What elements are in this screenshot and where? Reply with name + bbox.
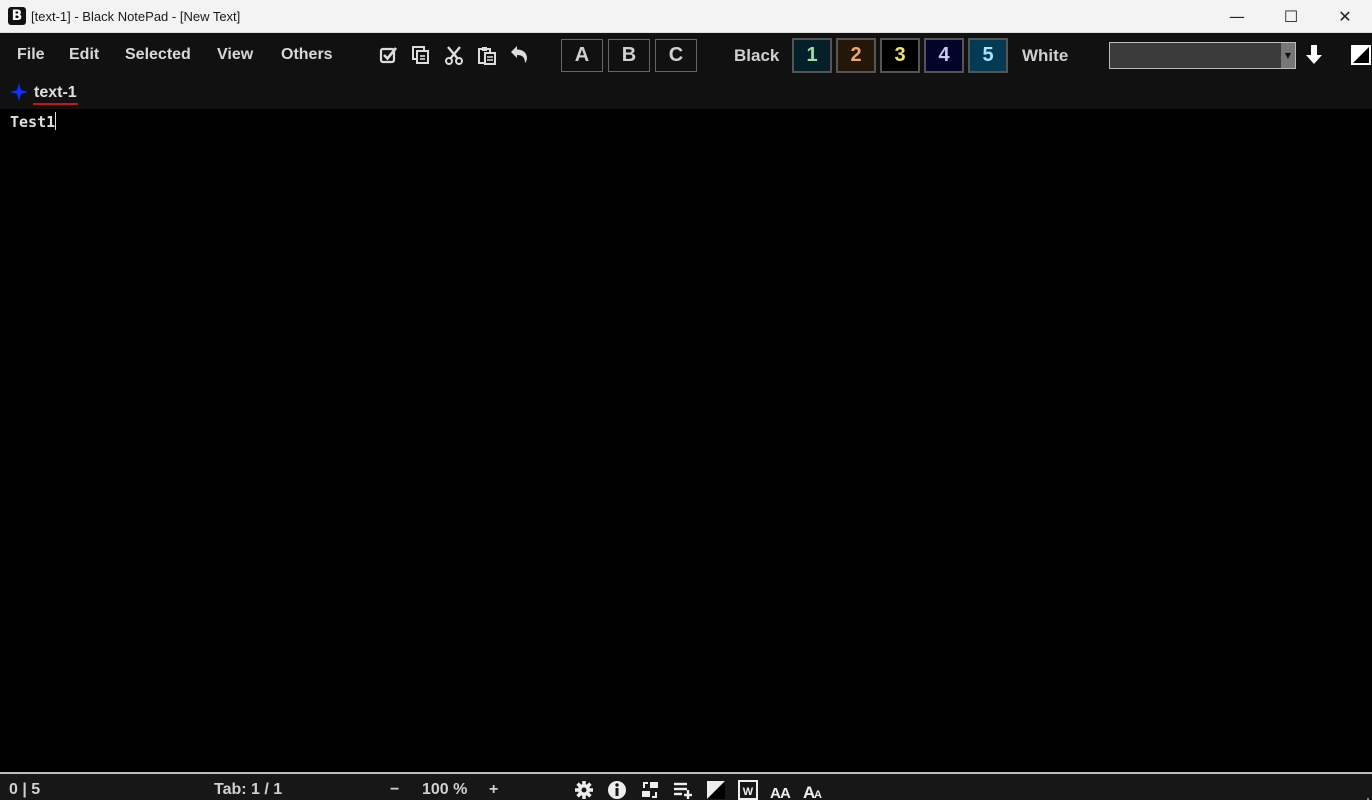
title-bar: B [text-1] - Black NotePad - [New Text] … <box>0 0 1372 33</box>
add-line-icon[interactable] <box>672 780 694 800</box>
preset-c-button[interactable]: C <box>655 39 697 72</box>
text-editor[interactable]: Test1 <box>0 109 1372 772</box>
svg-text:W: W <box>743 786 754 798</box>
color-preset-5-button[interactable]: 5 <box>968 38 1008 73</box>
color-preset-2-button[interactable]: 2 <box>836 38 876 73</box>
tab-label: text-1 <box>33 84 78 105</box>
undo-icon[interactable] <box>508 44 530 66</box>
editor-content: Test1 <box>10 113 56 131</box>
tab-text-1[interactable]: text-1 <box>10 83 78 105</box>
preset-b-button[interactable]: B <box>608 39 650 72</box>
resize-grip-icon[interactable] <box>1362 790 1370 800</box>
font-select[interactable]: ▼ <box>1109 42 1296 69</box>
chevron-down-icon[interactable]: ▼ <box>1281 43 1295 68</box>
cursor-position: 0 | 5 <box>9 781 41 798</box>
menu-selected[interactable]: Selected <box>125 46 191 64</box>
menu-file[interactable]: File <box>17 46 45 64</box>
white-theme-button[interactable]: White <box>1022 46 1068 66</box>
copy-icon[interactable] <box>410 44 432 66</box>
color-preset-3-button[interactable]: 3 <box>880 38 920 73</box>
contrast-toggle-icon[interactable] <box>1350 44 1372 66</box>
paste-icon[interactable] <box>476 44 498 66</box>
swap-tabs-icon[interactable] <box>639 780 661 800</box>
font-decrease-icon[interactable]: AA <box>803 780 825 800</box>
tab-bar: text-1 <box>0 78 1372 109</box>
maximize-button[interactable]: ☐ <box>1264 0 1318 33</box>
zoom-out-button[interactable]: − <box>390 781 399 799</box>
contrast-icon[interactable] <box>705 780 727 800</box>
word-wrap-icon[interactable]: W <box>737 780 759 800</box>
info-icon[interactable] <box>606 780 628 800</box>
color-preset-4-button[interactable]: 4 <box>924 38 964 73</box>
black-theme-button[interactable]: Black <box>734 46 779 66</box>
arrow-down-icon[interactable] <box>1303 44 1325 66</box>
minimize-button[interactable]: — <box>1210 0 1264 33</box>
settings-gear-icon[interactable] <box>573 780 595 800</box>
window-title: [text-1] - Black NotePad - [New Text] <box>31 8 241 24</box>
cut-icon[interactable] <box>443 44 465 66</box>
select-all-icon[interactable] <box>378 44 400 66</box>
menu-view[interactable]: View <box>217 46 253 64</box>
blue-star-icon <box>10 83 28 105</box>
tab-count: Tab: 1 / 1 <box>214 781 283 798</box>
svg-text:A: A <box>780 785 791 800</box>
font-increase-icon[interactable]: AA <box>770 780 792 800</box>
menu-others[interactable]: Others <box>281 46 333 64</box>
app-logo-icon: B <box>8 7 26 25</box>
zoom-in-button[interactable]: + <box>489 781 498 799</box>
menu-edit[interactable]: Edit <box>69 46 99 64</box>
window-controls: — ☐ ✕ <box>1210 0 1372 33</box>
preset-a-button[interactable]: A <box>561 39 603 72</box>
status-bar: 0 | 5 Tab: 1 / 1 − 100 % + W AA AA <box>0 772 1372 800</box>
svg-text:A: A <box>814 789 822 800</box>
zoom-level: 100 % <box>422 781 468 798</box>
text-caret <box>55 112 57 130</box>
close-button[interactable]: ✕ <box>1318 0 1372 33</box>
color-preset-1-button[interactable]: 1 <box>792 38 832 73</box>
